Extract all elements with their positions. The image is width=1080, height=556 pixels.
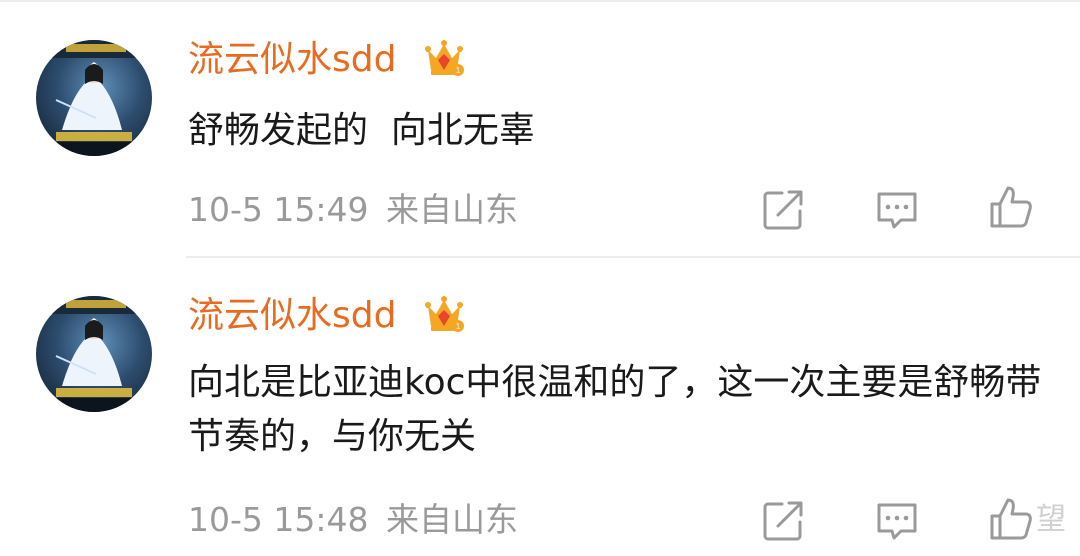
timestamp: 10-5 15:48	[188, 500, 369, 539]
like-icon[interactable]	[988, 496, 1034, 542]
username[interactable]: 流云似水sdd	[188, 298, 396, 334]
comment-text: 舒畅发起的 向北无辜	[188, 110, 535, 151]
avatar-image	[36, 296, 152, 412]
location: 来自山东	[386, 500, 518, 539]
top-divider	[0, 0, 1080, 2]
username[interactable]: 流云似水sdd	[188, 42, 396, 78]
location: 来自山东	[386, 190, 518, 229]
comment-icon[interactable]	[874, 187, 920, 233]
vip-crown-icon: 1	[425, 296, 464, 332]
like-icon[interactable]	[988, 184, 1034, 230]
svg-text:1: 1	[456, 322, 461, 331]
watermark: 望	[1036, 502, 1066, 537]
repost-icon[interactable]	[760, 498, 806, 544]
avatar-image	[36, 40, 152, 156]
timestamp: 10-5 15:49	[188, 190, 369, 229]
avatar[interactable]	[36, 296, 152, 412]
repost-icon[interactable]	[760, 187, 806, 233]
comment-icon[interactable]	[874, 498, 920, 544]
comment-text: 向北是比亚迪koc中很温和的了，这一次主要是舒畅带节奏的，与你无关	[188, 362, 1042, 457]
vip-crown-icon: 1	[425, 40, 464, 76]
svg-text:1: 1	[456, 66, 461, 75]
comment-item: 流云似水sdd 1 向北是比亚迪koc中很温和的了，这一次主要是舒畅带节奏的，与…	[0, 258, 1080, 556]
avatar[interactable]	[36, 40, 152, 156]
comment-item: 流云似水sdd 1 舒畅发起的 向北无辜 10-5 15:49 来自山东	[0, 0, 1080, 258]
